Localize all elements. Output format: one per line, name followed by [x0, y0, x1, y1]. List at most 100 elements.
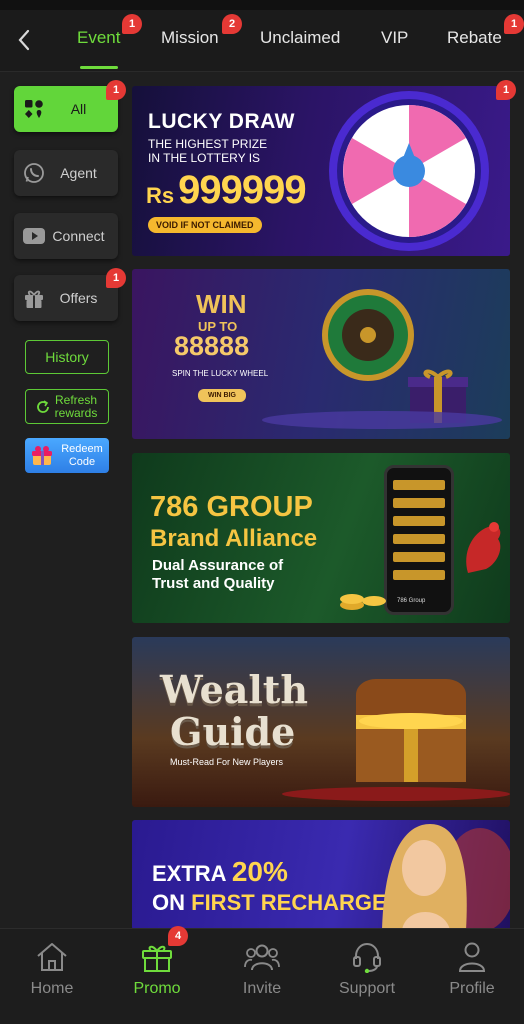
phone-mockup: 786 Group [384, 465, 454, 615]
group-tagline: Dual Assurance of Trust and Quality [152, 557, 283, 593]
whatsapp-icon [23, 162, 45, 184]
home-icon [32, 937, 72, 977]
tab-vip[interactable]: VIP [381, 28, 408, 54]
banner-first-recharge[interactable]: EXTRA 20% ON FIRST RECHARGE [132, 820, 510, 930]
first-recharge-label: FIRST RECHARGE [191, 890, 387, 915]
sidebar-item-connect[interactable]: Connect [14, 213, 118, 259]
status-strip [0, 0, 524, 10]
redeem-code-button[interactable]: Redeem Code [25, 438, 109, 473]
sidebar-all-badge: 1 [106, 80, 126, 100]
banner-subtitle: THE HIGHEST PRIZE IN THE LOTTERY IS [148, 137, 267, 165]
redeem-line-2: Code [68, 455, 96, 468]
top-tab-bar: Event 1 Mission 2 Unclaimed VIP Rebate 1 [0, 0, 524, 72]
sidebar-item-label: Agent [60, 165, 97, 181]
grid-suits-icon [23, 98, 45, 120]
tab-mission[interactable]: Mission [161, 28, 219, 54]
nav-label: Promo [133, 980, 181, 997]
nav-home[interactable]: Home [0, 929, 104, 1024]
tab-label: Unclaimed [260, 28, 341, 47]
percent-label: 20% [231, 856, 288, 887]
tab-rebate-badge: 1 [504, 14, 524, 34]
coins-icon [340, 594, 386, 610]
guide-title-line-1: Wealth [160, 667, 308, 712]
back-button[interactable] [12, 26, 36, 54]
sidebar-offers-badge: 1 [106, 268, 126, 288]
tagline-line-2: Trust and Quality [152, 575, 275, 592]
sidebar-item-label: Connect [52, 228, 105, 244]
sidebar-item-label: Offers [59, 290, 98, 306]
banner-wealth-guide[interactable]: Wealth Guide Must-Read For New Players [132, 637, 510, 807]
tab-label: Mission [161, 28, 219, 47]
history-button[interactable]: History [25, 340, 109, 374]
nav-promo[interactable]: Promo [105, 929, 209, 1024]
gift-icon [23, 287, 45, 309]
refresh-line-1: Refresh [54, 392, 98, 407]
subtitle-line-1: THE HIGHEST PRIZE [148, 137, 268, 151]
refresh-rewards-label: Refresh rewards [54, 392, 98, 420]
win-label: WIN [196, 289, 247, 319]
people-icon [242, 937, 282, 977]
nav-label: Profile [449, 980, 495, 997]
tagline-line-1: Dual Assurance of [152, 557, 284, 574]
void-note: VOID IF NOT CLAIMED [148, 217, 262, 233]
extra-line: EXTRA 20% [152, 856, 288, 888]
phone-label: 786 Group [397, 598, 426, 604]
nav-support[interactable]: Support [315, 929, 419, 1024]
banner-786-group[interactable]: 786 GROUP Brand Alliance Dual Assurance … [132, 453, 510, 623]
nav-label: Support [338, 980, 396, 997]
roulette-wheel-icon [322, 289, 414, 381]
group-title: 786 GROUP [150, 491, 313, 523]
tab-mission-badge: 2 [222, 14, 242, 34]
amount-label: 999999 [178, 168, 306, 212]
sidebar-item-agent[interactable]: Agent [14, 150, 118, 196]
chevron-left-icon [18, 29, 30, 51]
sidebar-item-offers[interactable]: Offers [14, 275, 118, 321]
tab-label: VIP [381, 28, 409, 47]
prize-amount: Rs 999999 [146, 168, 307, 213]
extra-label: EXTRA [152, 861, 232, 886]
subtitle-line-2: IN THE LOTTERY IS [148, 151, 261, 165]
bottom-nav: Home Promo 4 Invite Support Profile [0, 926, 524, 1024]
sidebar-item-all[interactable]: All [14, 86, 118, 132]
tab-label: Event [77, 28, 121, 47]
recharge-line: ON FIRST RECHARGE [152, 890, 387, 916]
rooster-icon [466, 522, 501, 573]
nav-invite[interactable]: Invite [210, 929, 314, 1024]
model-portrait [382, 824, 510, 930]
currency-label: Rs [146, 183, 175, 208]
tab-unclaimed[interactable]: Unclaimed [260, 28, 340, 54]
banner-lucky-draw[interactable]: LUCKY DRAW THE HIGHEST PRIZE IN THE LOTT… [132, 86, 510, 256]
sidebar-item-label: All [70, 101, 87, 117]
refresh-rewards-button[interactable]: Refresh rewards [25, 389, 109, 424]
history-label: History [45, 349, 89, 365]
tab-rebate[interactable]: Rebate [447, 28, 502, 54]
headset-icon [347, 937, 387, 977]
youtube-icon [23, 225, 45, 247]
refresh-icon [36, 399, 49, 413]
redeem-line-1: Redeem [61, 442, 103, 455]
person-icon [452, 937, 492, 977]
nav-label: Home [30, 980, 74, 997]
gift-box-icon [32, 445, 52, 465]
refresh-line-2: rewards [54, 405, 98, 420]
stage-platform [262, 411, 502, 429]
redeem-code-label: Redeem Code [55, 443, 109, 469]
banner-badge: 1 [496, 80, 516, 100]
active-tab-indicator [80, 66, 118, 69]
on-label: ON [152, 890, 192, 915]
nav-label: Invite [242, 980, 282, 997]
nav-profile[interactable]: Profile [420, 929, 524, 1024]
win-big-button: WIN BIG [198, 389, 246, 402]
guide-title-line-2: Guide [170, 709, 296, 754]
tab-event[interactable]: Event [77, 28, 120, 54]
spin-subtitle: SPIN THE LUCKY WHEEL [172, 369, 269, 378]
tab-label: Rebate [447, 28, 502, 47]
banner-lucky-wheel[interactable]: WIN UP TO 88888 SPIN THE LUCKY WHEEL WIN… [132, 269, 510, 439]
treasure-chest-icon [356, 679, 466, 782]
promo-badge: 4 [168, 926, 188, 946]
guide-subtitle: Must-Read For New Players [170, 757, 284, 767]
banner-title: LUCKY DRAW [148, 110, 295, 133]
win-amount: 88888 [174, 331, 250, 361]
group-subtitle: Brand Alliance [150, 525, 318, 552]
red-carpet [282, 787, 510, 801]
